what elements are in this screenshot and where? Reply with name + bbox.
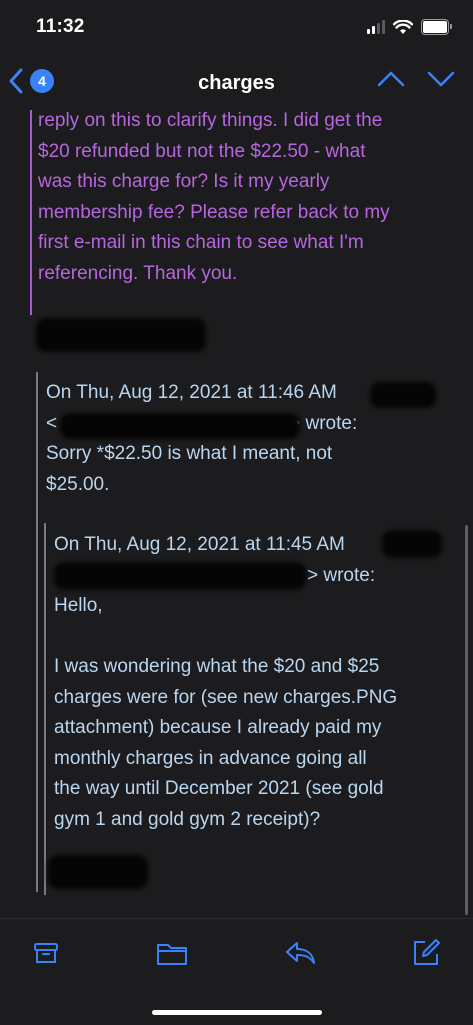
quote-bar xyxy=(36,372,38,892)
reply-button[interactable] xyxy=(284,937,316,969)
battery-icon xyxy=(421,19,452,35)
wifi-icon xyxy=(393,19,413,34)
cellular-signal-icon xyxy=(367,20,385,34)
next-message-button[interactable] xyxy=(427,70,455,88)
compose-button[interactable] xyxy=(410,937,442,969)
redacted-signature xyxy=(48,855,148,889)
reply-icon xyxy=(286,942,315,964)
redacted-signature xyxy=(36,318,206,352)
archive-icon xyxy=(34,943,58,963)
redacted-email xyxy=(54,562,306,590)
quote-bar xyxy=(30,110,32,315)
status-time: 11:32 xyxy=(36,16,85,37)
nav-bar: 4 charges xyxy=(0,56,473,110)
redacted-name xyxy=(370,382,436,408)
home-indicator xyxy=(152,1010,322,1015)
bottom-toolbar xyxy=(0,918,473,1025)
redacted-name xyxy=(382,530,442,558)
status-icons xyxy=(367,19,452,35)
folder-icon xyxy=(157,944,187,965)
message-body[interactable]: reply on this to clarify things. I did g… xyxy=(0,110,473,918)
move-to-folder-button[interactable] xyxy=(156,937,188,969)
compose-icon xyxy=(414,939,440,965)
reply-text: reply on this to clarify things. I did g… xyxy=(38,110,390,284)
redacted-email xyxy=(60,413,300,439)
status-bar: 11:32 xyxy=(0,0,473,56)
quote-header: On Thu, Aug 12, 2021 at 11:46 AM xyxy=(46,382,337,403)
quote-bar xyxy=(44,523,46,895)
message-navigation xyxy=(377,70,455,88)
previous-message-button[interactable] xyxy=(377,70,405,88)
quoted-email-1: On Thu, Aug 12, 2021 at 11:46 AM < > wrot… xyxy=(46,378,357,500)
archive-button[interactable] xyxy=(30,937,62,969)
quote-header: On Thu, Aug 12, 2021 at 11:45 AM xyxy=(54,534,345,555)
scrollbar[interactable] xyxy=(465,525,468,915)
